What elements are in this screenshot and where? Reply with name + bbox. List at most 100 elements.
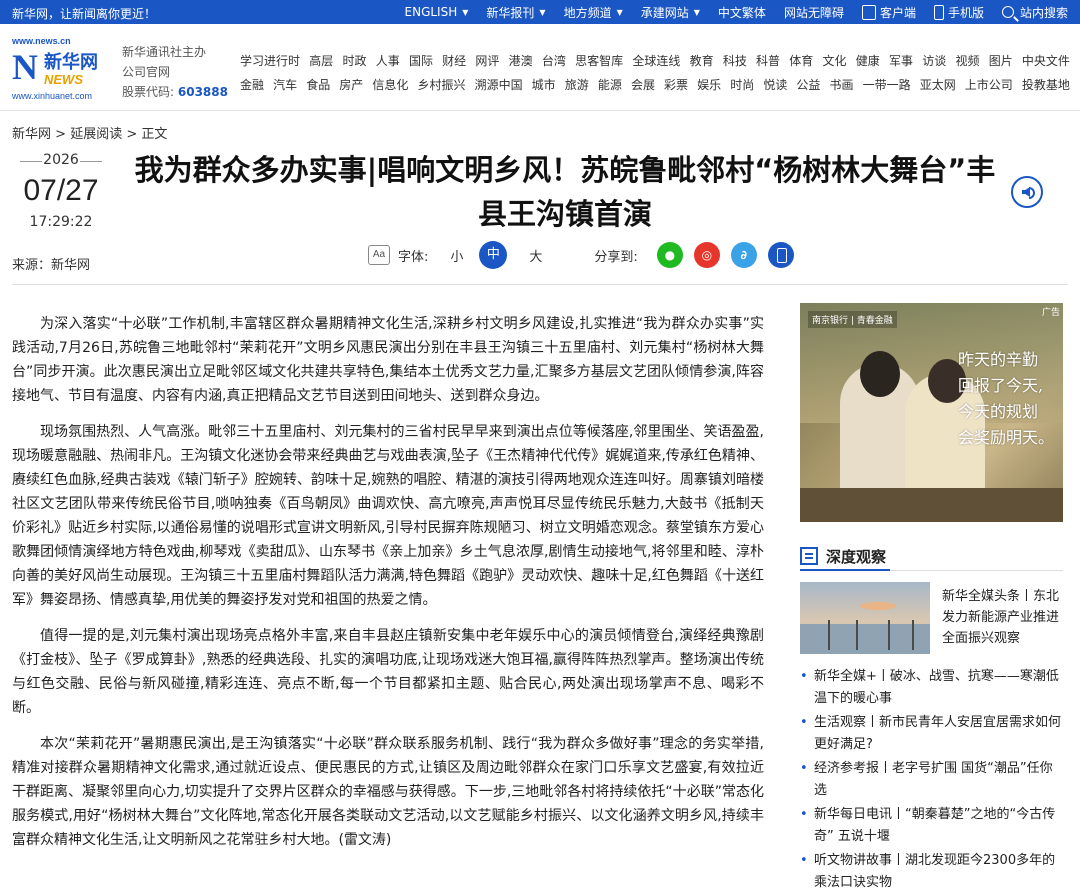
channel-nav-row-1: 学习进行时 高层 时政 人事 国际 财经 网评 港澳 台湾 思客智库 全球连线 教育 科技 科普 体育 文化健… (240, 48, 1070, 72)
channel-nav-item[interactable]: 网评 (475, 52, 499, 69)
channel-nav-item[interactable]: 时尚 (730, 76, 754, 93)
channel-nav-item[interactable]: 一带一路 (863, 76, 911, 93)
top-link-label: 网站无障碍 (783, 5, 844, 20)
wechat-icon[interactable]: ● (656, 242, 683, 268)
caret-down-icon: ▼ (616, 7, 623, 17)
related-news-list: 新华全媒+丨破冰、战雪、抗寒——寒潮低温下的暖心事 生活观察丨新市民青年人安居宜… (800, 666, 1063, 891)
list-item[interactable]: 新华全媒+丨破冰、战雪、抗寒——寒潮低温下的暖心事 (800, 666, 1063, 710)
weibo-icon[interactable]: ◎ (693, 242, 720, 268)
breadcrumb-home[interactable]: 新华网 (12, 127, 51, 142)
ad-bank-logo: 南京银行 | 青春金融 (808, 311, 897, 328)
top-link-label: 站内搜索 (1019, 5, 1068, 20)
logo-url-bottom: www.xinhuanet.com (12, 91, 93, 101)
channel-nav-item[interactable]: 图片 (989, 52, 1013, 69)
top-link-english[interactable]: ENGLISH ▼ (405, 5, 469, 19)
breadcrumb-section[interactable]: 延展阅读 (70, 127, 122, 142)
channel-nav-item[interactable]: 体育 (789, 52, 813, 69)
ad-copy: 昨天的辛勤 回报了今天, 今天的规划 会奖励明天。 (958, 347, 1054, 451)
channel-nav-item[interactable]: 高层 (309, 52, 333, 69)
list-item[interactable]: 听文物讲故事丨湖北发现距今2300多年的乘法口诀实物 (800, 850, 1063, 891)
article-paragraph: 值得一提的是,刘元集村演出现场亮点格外丰富,来自丰县赵庄镇新安集中老年娱乐中心的… (12, 628, 764, 716)
stock-code-value[interactable]: 603888 (178, 85, 228, 99)
top-link-label: 新华报刊 (486, 5, 535, 20)
caret-down-icon: ▼ (462, 7, 469, 17)
channel-nav-item[interactable]: 食品 (306, 76, 330, 93)
channel-nav-item[interactable]: 科技 (723, 52, 747, 69)
top-link-local-channels[interactable]: 地方频道 ▼ (564, 4, 623, 21)
channel-nav-item[interactable]: 悦读 (763, 76, 787, 93)
font-size-icon: Aa (368, 245, 390, 265)
article-source: 来源：新华网 (12, 258, 91, 273)
ad-person-left-head (860, 351, 900, 397)
font-large-button[interactable]: 大 (529, 246, 542, 265)
thumb-post (828, 620, 830, 650)
channel-nav-item[interactable]: 港澳 (509, 52, 533, 69)
top-link-mobile[interactable]: 手机版 (933, 4, 984, 21)
font-small-button[interactable]: 小 (450, 246, 463, 265)
article-paragraph: 为深入落实“十必联”工作机制,丰富辖区群众暑期精神文化生活,深耕乡村文明乡风建设… (12, 316, 764, 404)
font-label: 字体: (398, 249, 429, 265)
channel-nav-item[interactable]: 台湾 (542, 52, 566, 69)
top-link-accessibility[interactable]: 网站无障碍 (784, 4, 844, 21)
channel-nav-item[interactable]: 思客智库 (575, 52, 623, 69)
top-link-label: 地方频道 (563, 5, 612, 20)
channel-nav-item[interactable]: 文化 (823, 52, 847, 69)
top-link-hosted-sites[interactable]: 承建网站 ▼ (641, 4, 700, 21)
org-line-1: 新华通讯社主办 (122, 45, 207, 59)
channel-nav-item[interactable]: 会展 (631, 76, 655, 93)
channel-nav-item[interactable]: 彩票 (664, 76, 688, 93)
channel-nav-item[interactable]: 国际 (409, 52, 433, 69)
list-item[interactable]: 生活观察丨新市民青年人安居宜居需求如何更好满足? (800, 712, 1063, 756)
channel-nav-item[interactable]: 人事 (376, 52, 400, 69)
channel-nav-item[interactable]: 健康 (856, 52, 880, 69)
channel-nav-item[interactable]: 能源 (598, 76, 622, 93)
channel-nav-item[interactable]: 书画 (830, 76, 854, 93)
channel-nav-item[interactable]: 上市公司 (965, 76, 1013, 93)
top-link-client[interactable]: 客户端 (861, 4, 916, 21)
channel-nav-item[interactable]: 财经 (442, 52, 466, 69)
channel-nav-item[interactable]: 亚太网 (920, 76, 956, 93)
channel-nav-item[interactable]: 汽车 (273, 76, 297, 93)
deep-observation-header: 深度观察 (800, 543, 1063, 571)
channel-nav-item[interactable]: 访谈 (922, 52, 946, 69)
channel-nav-item[interactable]: 房产 (339, 76, 363, 93)
channel-nav-item[interactable]: 旅游 (565, 76, 589, 93)
channel-nav-item[interactable]: 视频 (955, 52, 979, 69)
channel-nav-item[interactable]: 城市 (532, 76, 556, 93)
speaker-icon[interactable] (1011, 176, 1043, 208)
publish-time: 17:29:22 (29, 214, 93, 230)
channel-nav-item[interactable]: 时政 (342, 52, 366, 69)
channel-nav-item[interactable]: 中央文件 (1022, 52, 1070, 69)
channel-nav-item[interactable]: 乡村振兴 (417, 76, 465, 93)
list-item[interactable]: 经济参考报丨老字号扩围 国货“潮品”任你选 (800, 758, 1063, 802)
featured-story[interactable]: 新华全媒头条丨东北发力新能源产业推进全面振兴观察 (800, 582, 1063, 654)
link-icon[interactable]: ∂ (730, 242, 757, 268)
featured-headline[interactable]: 新华全媒头条丨东北发力新能源产业推进全面振兴观察 (942, 586, 1063, 649)
top-link-traditional[interactable]: 中文繁体 (718, 4, 766, 21)
bank-advertisement[interactable]: 南京银行 | 青春金融 广告 昨天的辛勤 回报了今天, 今天的规划 会奖励明天。 (800, 303, 1063, 522)
list-item[interactable]: 新华每日电讯丨“朝秦暮楚”之地的“今古传奇” 五说十堰 (800, 804, 1063, 848)
article-tools: Aa 字体: 小 中 大 分享到: ● ◎ ∂ (368, 240, 794, 270)
breadcrumb-current: 正文 (141, 127, 168, 142)
channel-nav-row-2: 金融 汽车 食品 房产 信息化 乡村振兴 溯源中国 城市 旅游 能源 会展 彩票 娱乐 时尚 悦读 公益 书画一… (240, 72, 1070, 96)
ad-tag: 广告 (1041, 308, 1060, 318)
channel-nav-item[interactable]: 信息化 (372, 76, 408, 93)
top-link-search[interactable]: 站内搜索 (1001, 4, 1068, 21)
article-paragraph: 现场氛围热烈、人气高涨。毗邻三十五里庙村、刘元集村的三省村民早早来到演出点位等候… (12, 424, 764, 608)
featured-thumbnail[interactable] (800, 582, 930, 654)
channel-nav-item[interactable]: 军事 (889, 52, 913, 69)
channel-nav-item[interactable]: 娱乐 (697, 76, 721, 93)
speaker-wave (1029, 187, 1035, 199)
channel-nav-item[interactable]: 公益 (796, 76, 820, 93)
channel-nav-item[interactable]: 教育 (690, 52, 714, 69)
channel-nav-item[interactable]: 科普 (756, 52, 780, 69)
channel-nav-item[interactable]: 投教基地 (1022, 76, 1070, 93)
channel-nav-item[interactable]: 学习进行时 (240, 52, 300, 69)
channel-nav-item[interactable]: 金融 (240, 76, 264, 93)
channel-nav-item[interactable]: 溯源中国 (475, 76, 523, 93)
channel-nav-item[interactable]: 全球连线 (632, 52, 680, 69)
top-link-newspapers[interactable]: 新华报刊 ▼ (486, 4, 545, 21)
font-medium-button[interactable]: 中 (479, 241, 508, 269)
mobile-share-icon[interactable] (767, 242, 794, 268)
site-logo[interactable]: www.news.cn N 新华网 NEWS www.xinhuanet.com (12, 36, 104, 101)
